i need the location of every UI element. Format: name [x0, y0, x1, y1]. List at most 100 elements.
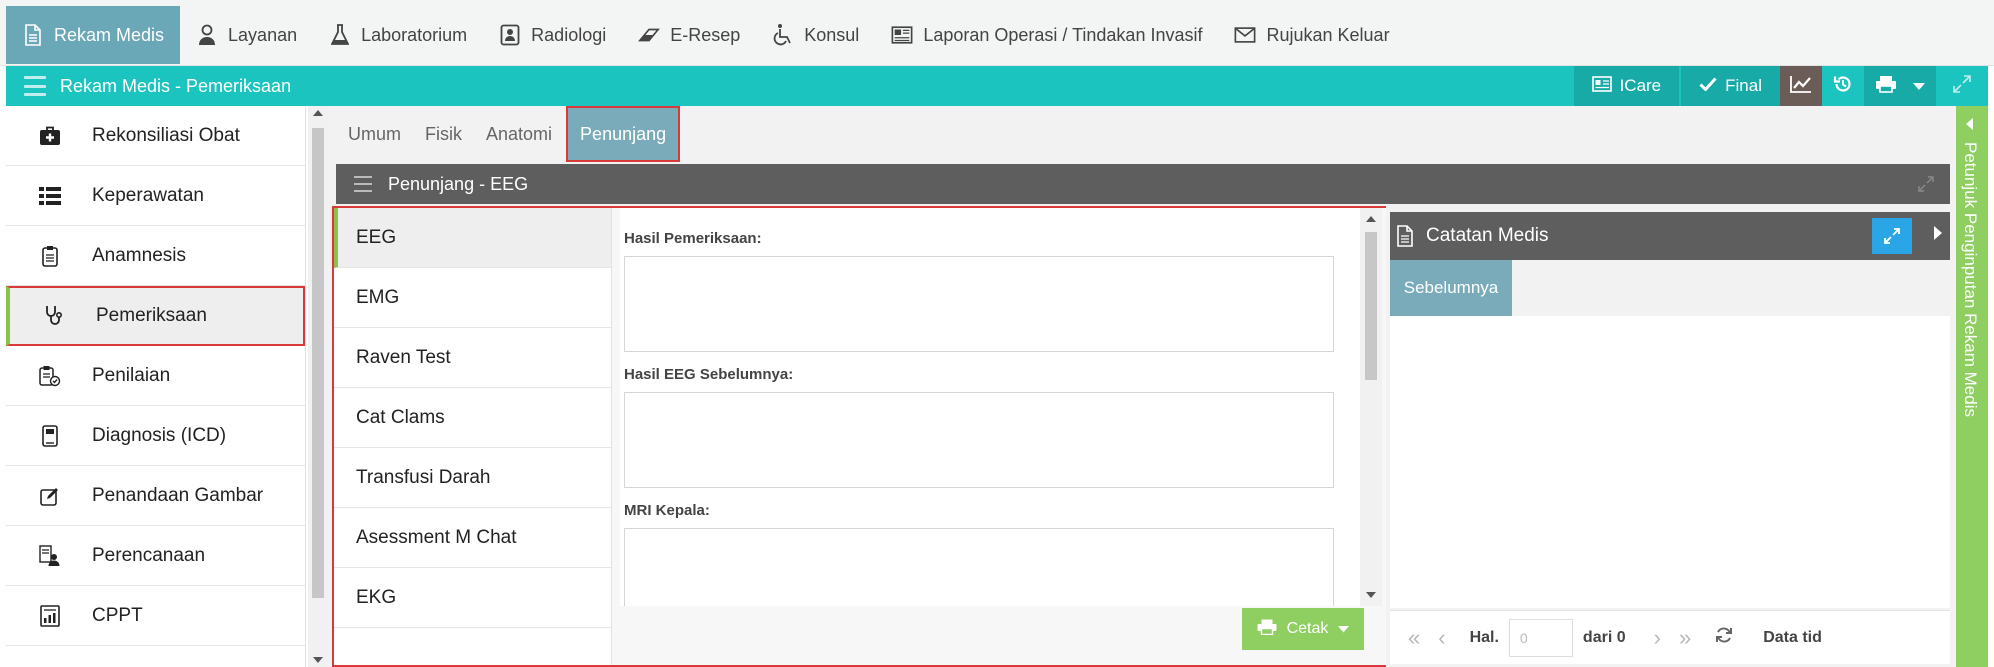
sidebar-item-penandaan-gambar[interactable]: Penandaan Gambar	[6, 466, 305, 526]
hal-label: Hal.	[1469, 628, 1499, 646]
print-icon	[1257, 619, 1277, 640]
pagination: « ‹ Hal. 0 dari 0 › » Data tid	[1390, 610, 1950, 664]
exam-tabs: Umum Fisik Anatomi Penunjang	[328, 106, 681, 162]
penunjang-subnav: EEG EMG Raven Test Cat Clams Transfusi D…	[334, 208, 612, 665]
sidebar-item-label: CPPT	[92, 604, 143, 626]
hasil-eeg-sebelumnya-label: Hasil EEG Sebelumnya:	[624, 366, 794, 383]
nav-label: Laporan Operasi / Tindakan Invasif	[923, 24, 1203, 45]
caret-right-icon[interactable]	[1934, 226, 1942, 240]
nav-rujukan-keluar[interactable]: Rujukan Keluar	[1218, 6, 1405, 64]
file-icon	[22, 23, 44, 47]
final-button[interactable]: Final	[1679, 66, 1780, 106]
tab-sebelumnya[interactable]: Sebelumnya	[1390, 260, 1512, 316]
icare-label: ICare	[1619, 76, 1662, 95]
expand-icon[interactable]	[1918, 176, 1934, 192]
stethoscope-icon	[34, 304, 74, 328]
scroll-down-icon[interactable]	[313, 657, 323, 663]
nav-label: Rujukan Keluar	[1266, 24, 1390, 45]
fullscreen-button[interactable]	[1936, 66, 1988, 106]
sidebar-item-perencanaan[interactable]: Perencanaan	[6, 526, 305, 586]
last-page-icon[interactable]: »	[1679, 625, 1691, 651]
nav-label: Laboratorium	[361, 24, 468, 45]
nav-konsul[interactable]: Konsul	[756, 6, 875, 64]
panel-header: Penunjang - EEG	[336, 164, 1950, 204]
scroll-thumb[interactable]	[1365, 232, 1377, 380]
hamburger-menu-icon[interactable]	[354, 176, 372, 192]
sidebar-item-keperawatan[interactable]: Keperawatan	[6, 166, 305, 226]
expand-button[interactable]	[1872, 218, 1912, 254]
user-doc-icon	[30, 544, 70, 568]
sidebar-scrollbar[interactable]	[308, 106, 328, 667]
scroll-down-icon[interactable]	[1366, 592, 1376, 598]
line-chart-icon	[1790, 75, 1812, 98]
mri-kepala-label: MRI Kepala:	[624, 502, 710, 519]
tab-fisik[interactable]: Fisik	[413, 106, 474, 162]
cetak-button[interactable]: Cetak	[1242, 608, 1364, 650]
sidebar-item-penilaian[interactable]: Penilaian	[6, 346, 305, 406]
hamburger-menu-icon[interactable]	[24, 76, 46, 96]
nav-e-resep[interactable]: E-Resep	[622, 6, 756, 64]
subnav-item-cat-clams[interactable]: Cat Clams	[334, 388, 611, 448]
caret-left-icon[interactable]	[1966, 118, 1973, 130]
nav-laboratorium[interactable]: Laboratorium	[313, 6, 483, 64]
sidebar-item-label: Penilaian	[92, 364, 171, 386]
tab-penunjang[interactable]: Penunjang	[566, 106, 681, 162]
of-pages-label: dari 0	[1582, 628, 1626, 646]
nav-layanan[interactable]: Layanan	[180, 6, 313, 64]
catatan-medis-panel: Catatan Medis Sebelumnya « ‹ Hal. 0 dari…	[1386, 206, 1950, 667]
sidebar-item-cppt[interactable]: CPPT	[6, 586, 305, 646]
pill-icon	[638, 23, 661, 47]
hasil-pemeriksaan-textarea[interactable]	[624, 256, 1334, 352]
hasil-pemeriksaan-label: Hasil Pemeriksaan:	[624, 230, 762, 247]
nav-label: E-Resep	[670, 24, 741, 45]
form-scrollbar[interactable]	[1360, 208, 1382, 606]
subnav-item-emg[interactable]: EMG	[334, 268, 611, 328]
nav-laporan-operasi[interactable]: Laporan Operasi / Tindakan Invasif	[875, 6, 1218, 64]
print-dropdown-button[interactable]	[1864, 66, 1936, 106]
medkit-icon	[30, 124, 70, 148]
nav-rekam-medis[interactable]: Rekam Medis	[6, 6, 181, 64]
icare-button[interactable]: ICare	[1571, 66, 1680, 106]
first-page-icon[interactable]: «	[1408, 625, 1420, 651]
flask-icon	[329, 23, 351, 47]
prev-page-icon[interactable]: ‹	[1438, 625, 1445, 651]
eeg-form: Hasil Pemeriksaan: Hasil EEG Sebelumnya:…	[612, 208, 1386, 665]
subnav-item-ekg[interactable]: EKG	[334, 568, 611, 628]
sidebar-item-label: Penandaan Gambar	[92, 484, 264, 506]
refresh-icon[interactable]	[1715, 626, 1733, 649]
subnav-item-asessment-m-chat[interactable]: Asessment M Chat	[334, 508, 611, 568]
xray-icon	[499, 23, 521, 47]
tab-umum[interactable]: Umum	[336, 106, 413, 162]
edit-icon	[30, 484, 70, 508]
scroll-up-icon[interactable]	[313, 110, 323, 116]
history-button[interactable]	[1822, 66, 1864, 106]
nav-label: Konsul	[804, 24, 860, 45]
sidebar-item-label: Diagnosis (ICD)	[92, 424, 227, 446]
sidebar-item-anamnesis[interactable]: Anamnesis	[6, 226, 305, 286]
sidebar-item-rekonsiliasi-obat[interactable]: Rekonsiliasi Obat	[6, 106, 305, 166]
tab-anatomi[interactable]: Anatomi	[474, 106, 564, 162]
sidebar-item-label: Rekonsiliasi Obat	[92, 124, 240, 146]
mri-kepala-textarea[interactable]	[624, 528, 1334, 606]
sidebar-item-pemeriksaan[interactable]: Pemeriksaan	[6, 286, 305, 346]
subnav-item-transfusi-darah[interactable]: Transfusi Darah	[334, 448, 611, 508]
scroll-up-icon[interactable]	[1366, 216, 1376, 222]
sidebar-item-diagnosis[interactable]: Diagnosis (ICD)	[6, 406, 305, 466]
scroll-thumb[interactable]	[312, 128, 324, 598]
phone-doc-icon	[30, 424, 70, 448]
nav-radiologi[interactable]: Radiologi	[483, 6, 622, 64]
subnav-item-eeg[interactable]: EEG	[334, 208, 611, 268]
envelope-icon	[1234, 23, 1256, 47]
chart-button[interactable]	[1780, 66, 1822, 106]
list-icon	[30, 184, 70, 208]
newspaper-icon	[891, 23, 913, 47]
next-page-icon[interactable]: ›	[1654, 625, 1661, 651]
petunjuk-side-panel[interactable]: Petunjuk Penginputan Rekam Medis	[1956, 106, 1988, 667]
nav-label: Radiologi	[531, 24, 607, 45]
subnav-item-raven-test[interactable]: Raven Test	[334, 328, 611, 388]
main-content: Umum Fisik Anatomi Penunjang Penunjang -…	[328, 106, 1956, 667]
hasil-eeg-sebelumnya-textarea[interactable]	[624, 392, 1334, 488]
caret-down-icon	[1338, 620, 1350, 638]
sidebar-item-label: Pemeriksaan	[96, 305, 207, 326]
page-number-input[interactable]: 0	[1508, 618, 1573, 657]
